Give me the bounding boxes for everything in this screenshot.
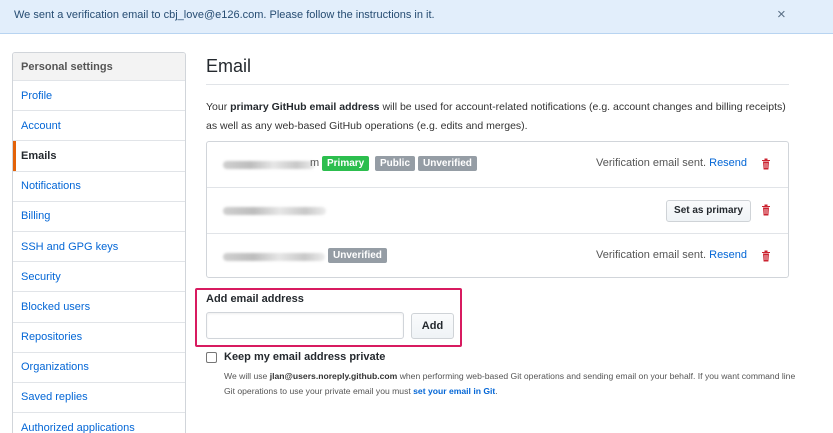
keep-private-checkbox[interactable] [206, 352, 217, 363]
redacted-email [223, 253, 325, 261]
keep-private-label[interactable]: Keep my email address private [224, 351, 385, 363]
set-as-primary-button[interactable]: Set as primary [666, 200, 751, 222]
close-icon[interactable]: × [777, 6, 786, 23]
sidebar-heading: Personal settings [13, 53, 185, 81]
sidebar-item-organizations[interactable]: Organizations [13, 353, 185, 383]
trash-icon[interactable] [761, 250, 771, 262]
settings-sidebar: Personal settings Profile Account Emails… [12, 52, 186, 433]
sidebar-item-repositories[interactable]: Repositories [13, 323, 185, 353]
flash-banner: We sent a verification email to cbj_love… [0, 0, 833, 34]
set-email-in-git-link[interactable]: set your email in Git [413, 386, 495, 396]
trash-icon[interactable] [761, 158, 771, 170]
email-row: Unverified Verification email sent. Rese… [207, 233, 788, 278]
primary-badge: Primary [322, 156, 370, 171]
sidebar-item-account[interactable]: Account [13, 111, 185, 142]
email-description: Your primary GitHub email address will b… [206, 101, 786, 132]
unverified-badge: Unverified [418, 156, 477, 171]
sidebar-item-billing[interactable]: Billing [13, 202, 185, 232]
add-email-button[interactable]: Add [411, 313, 454, 339]
flash-message: We sent a verification email to cbj_love… [14, 9, 435, 21]
sidebar-item-profile[interactable]: Profile [13, 81, 185, 112]
sidebar-item-security[interactable]: Security [13, 262, 185, 293]
redacted-email [223, 207, 326, 215]
resend-link[interactable]: Resend [709, 157, 747, 169]
sidebar-item-authorized-applications[interactable]: Authorized applications [13, 413, 185, 433]
keep-private-note: We will use jlan@users.noreply.github.co… [224, 371, 796, 396]
trash-icon[interactable] [761, 204, 771, 216]
sidebar-item-notifications[interactable]: Notifications [13, 172, 185, 202]
email-row: Set as primary [207, 187, 788, 232]
page-title: Email [206, 56, 252, 76]
sidebar-item-saved-replies[interactable]: Saved replies [13, 383, 185, 414]
verification-status: Verification email sent. Resend [596, 157, 748, 169]
unverified-badge: Unverified [328, 248, 387, 263]
add-email-input[interactable] [206, 312, 404, 339]
email-address-tail: m [310, 157, 320, 169]
resend-link[interactable]: Resend [709, 249, 747, 261]
redacted-email [223, 161, 315, 169]
title-divider [206, 84, 789, 85]
add-email-label: Add email address [206, 293, 304, 305]
email-list: m Primary Public Unverified Verification… [206, 141, 789, 278]
verification-status: Verification email sent. Resend [596, 249, 748, 261]
sidebar-item-ssh-gpg-keys[interactable]: SSH and GPG keys [13, 232, 185, 263]
email-row: m Primary Public Unverified Verification… [207, 142, 788, 187]
sidebar-item-emails[interactable]: Emails [13, 141, 185, 172]
sidebar-item-blocked-users[interactable]: Blocked users [13, 292, 185, 323]
public-badge: Public [375, 156, 416, 171]
